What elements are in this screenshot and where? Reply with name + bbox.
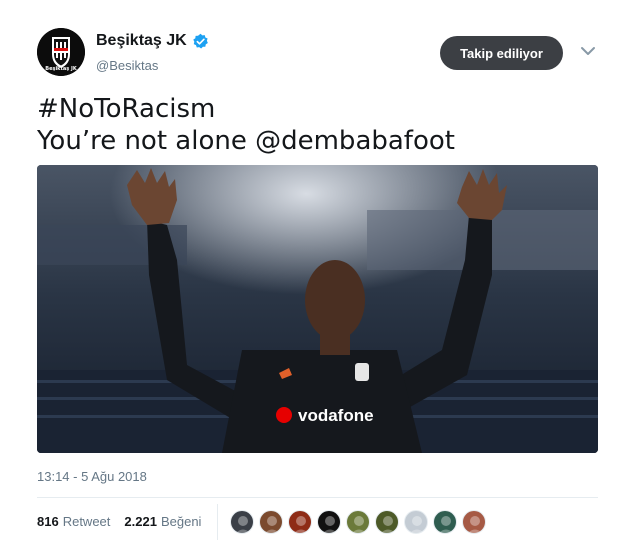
tweet-photo[interactable]: vodafone xyxy=(37,165,598,453)
likes-stat[interactable]: 2.221 Beğeni xyxy=(124,514,201,529)
liker-avatars xyxy=(230,510,491,534)
tweet-stats: 816 Retweet 2.221 Beğeni xyxy=(37,514,215,529)
avatar-olive-icon[interactable] xyxy=(375,510,399,534)
retweets-count: 816 xyxy=(37,514,59,529)
retweets-stat[interactable]: 816 Retweet xyxy=(37,514,110,529)
display-name[interactable]: Beşiktaş JK xyxy=(96,32,187,50)
avatar-caption: Beşiktaş JK xyxy=(45,66,77,72)
tweet-line-2-text: You’re not alone xyxy=(37,126,256,156)
likes-label: Beğeni xyxy=(160,514,202,529)
avatar-red-icon[interactable] xyxy=(288,510,312,534)
likes-count: 2.221 xyxy=(124,514,157,529)
tweet: Beşiktaş JK Beşiktaş JK @Besiktas Takip … xyxy=(0,0,627,544)
shirt-sponsor-label: vodafone xyxy=(298,406,374,425)
profile-avatar[interactable]: Beşiktaş JK xyxy=(37,28,85,76)
verified-badge-icon xyxy=(192,33,208,48)
tweet-text: #NoToRacism You’re not alone @dembabafoo… xyxy=(37,93,455,157)
avatar-brown-icon[interactable] xyxy=(259,510,283,534)
avatar-green-icon[interactable] xyxy=(346,510,370,534)
divider-top xyxy=(37,497,598,498)
user-name-row[interactable]: Beşiktaş JK xyxy=(96,32,209,50)
stats-separator xyxy=(217,504,218,540)
user-handle[interactable]: @Besiktas xyxy=(96,58,158,73)
avatar-bw-icon[interactable] xyxy=(230,510,254,534)
retweets-label: Retweet xyxy=(62,514,111,529)
tweet-line-2: You’re not alone @dembabafoot xyxy=(37,125,455,157)
tweet-timestamp[interactable]: 13:14 - 5 Ağu 2018 xyxy=(37,469,147,484)
player-photo: vodafone xyxy=(37,165,598,453)
avatar-default-icon[interactable] xyxy=(404,510,428,534)
following-button[interactable]: Takip ediliyor xyxy=(440,36,563,70)
avatar-face-icon[interactable] xyxy=(462,510,486,534)
hashtag-link[interactable]: #NoToRacism xyxy=(37,93,455,125)
mention-link[interactable]: @dembabafoot xyxy=(255,126,455,156)
chevron-down-icon[interactable] xyxy=(580,45,596,57)
avatar-teal-icon[interactable] xyxy=(433,510,457,534)
avatar-bjk-icon[interactable] xyxy=(317,510,341,534)
